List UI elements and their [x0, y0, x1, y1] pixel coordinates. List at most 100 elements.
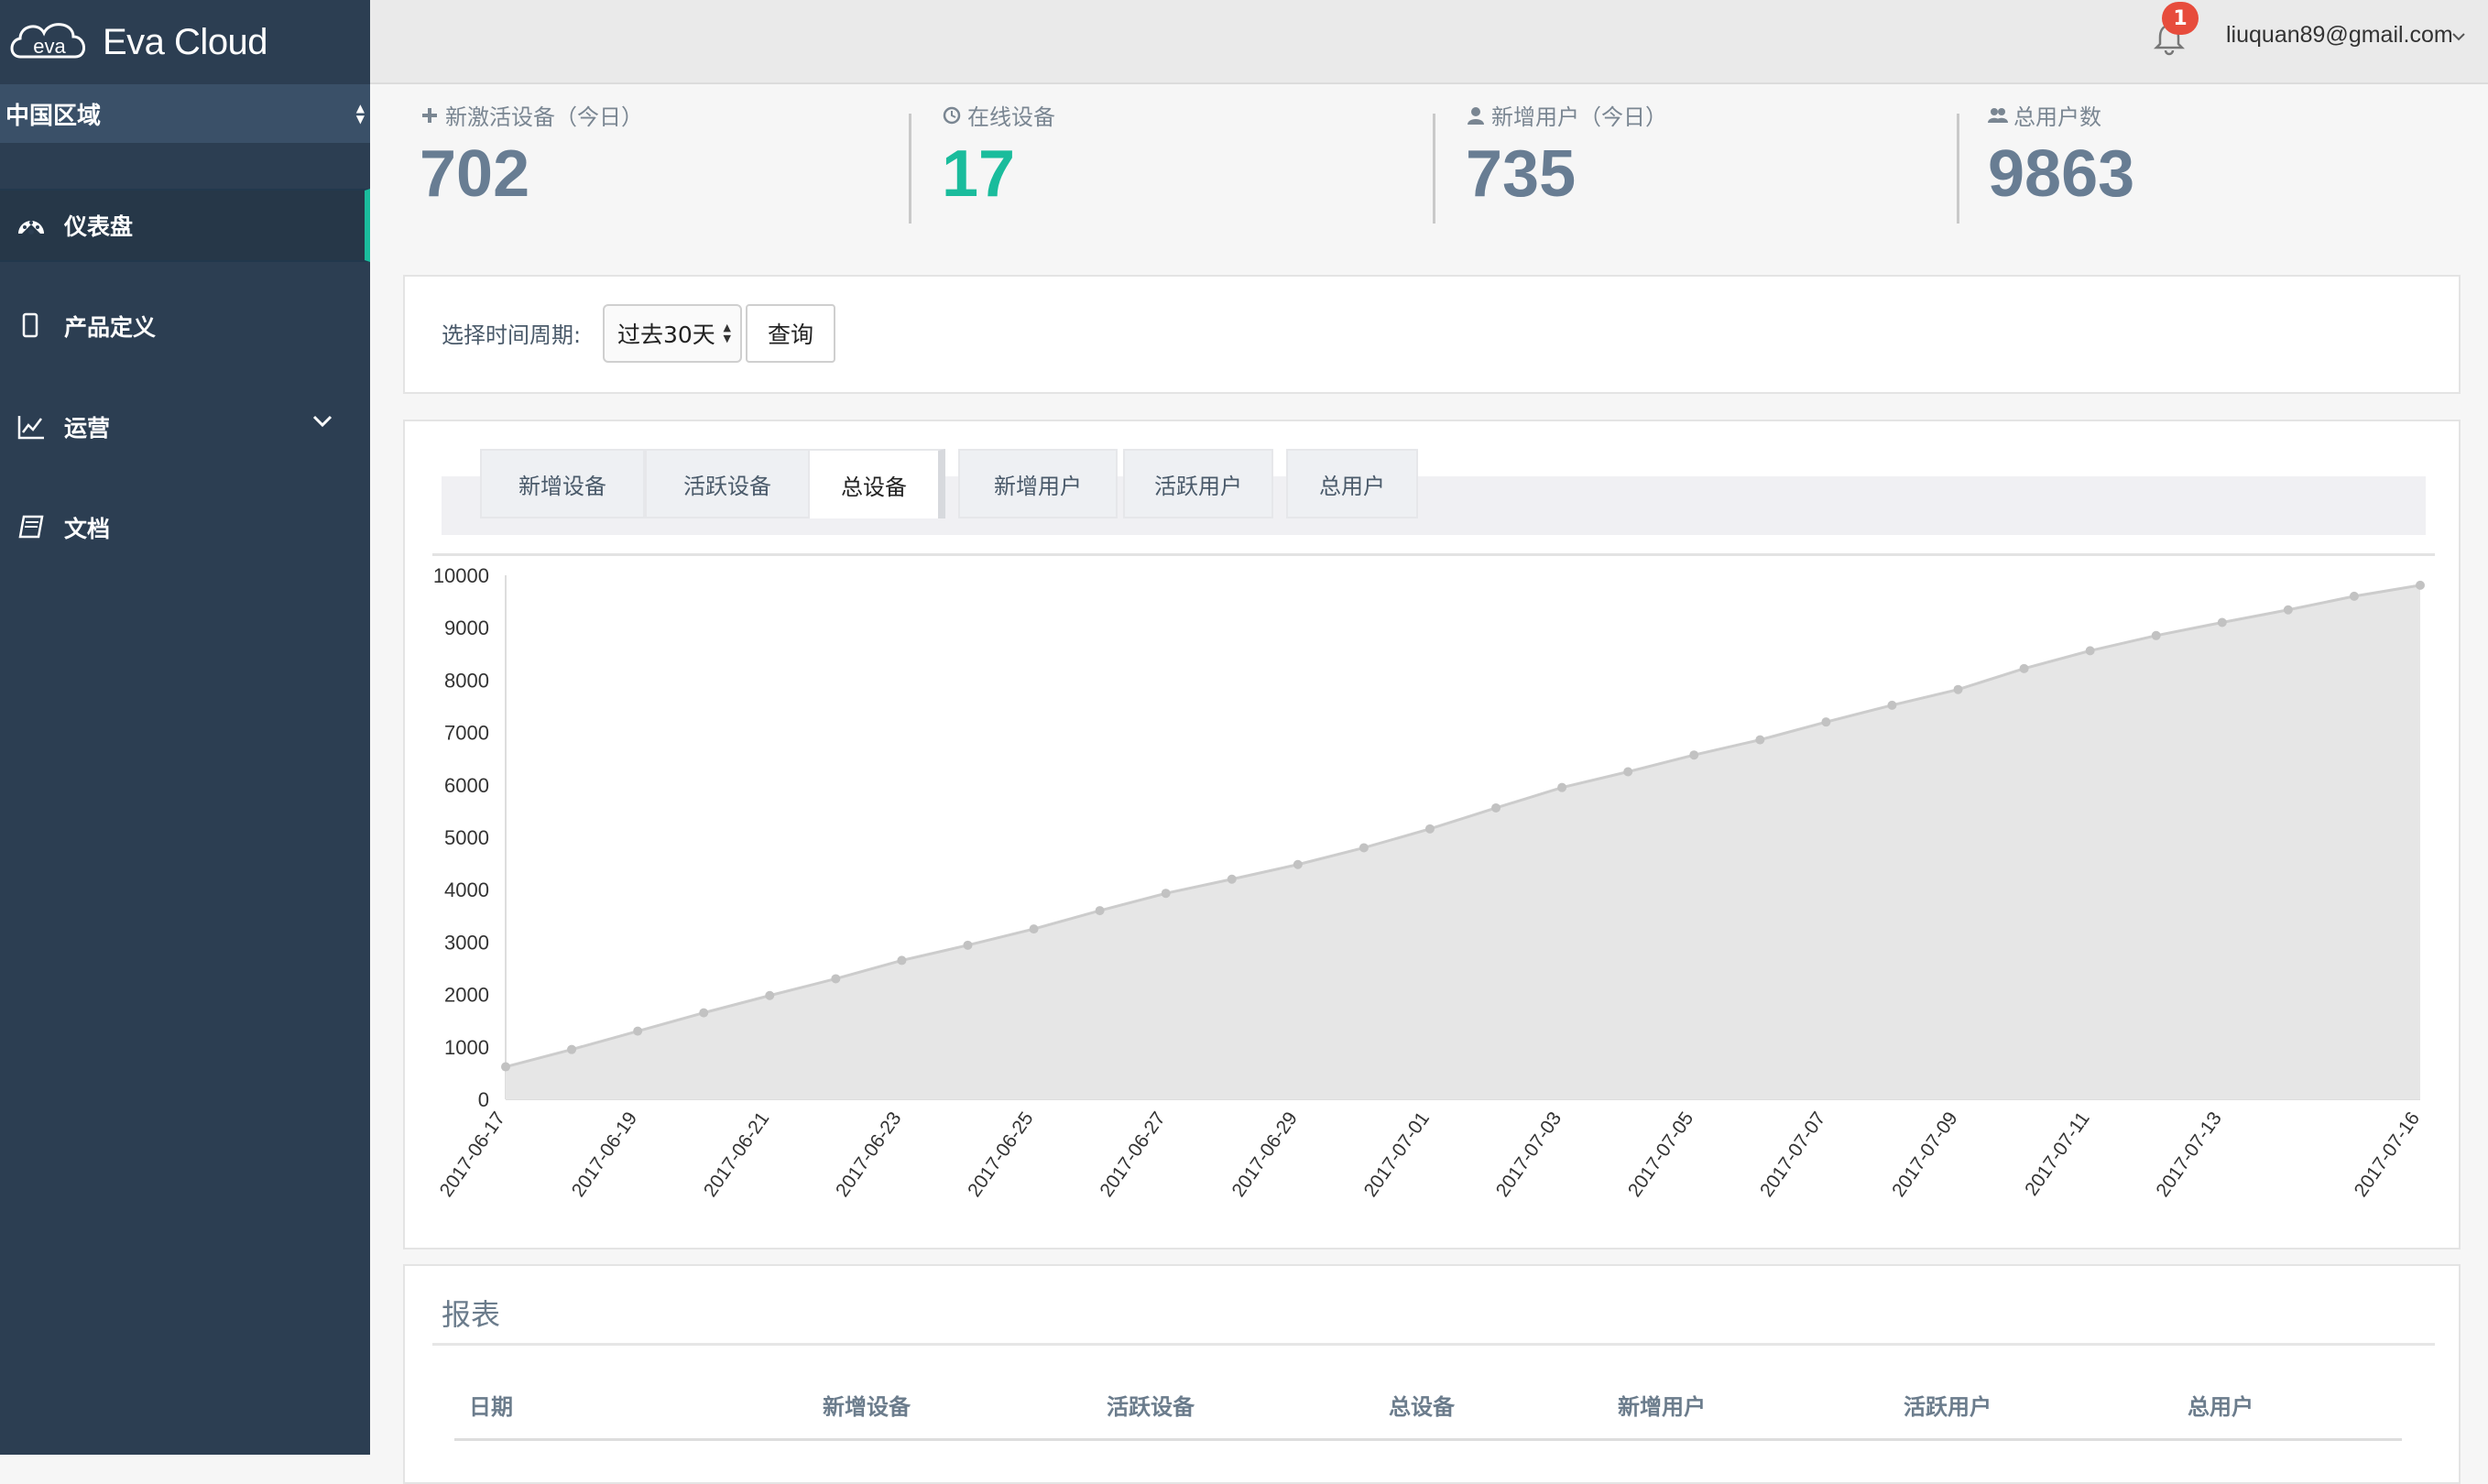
data-point	[1623, 767, 1633, 777]
tab-active-users[interactable]: 活跃用户	[1123, 449, 1273, 518]
data-point	[1293, 859, 1303, 869]
data-point	[2085, 646, 2095, 656]
stat-label: 新增用户（今日）	[1491, 104, 1667, 130]
nav-label: 仪表盘	[64, 213, 134, 240]
query-button[interactable]: 查询	[746, 304, 835, 363]
stat-value: 735	[1466, 137, 1577, 211]
data-point	[567, 1044, 577, 1054]
column-header-new-users[interactable]: 新增用户	[1618, 1389, 1706, 1421]
y-tick-label: 10000	[433, 564, 489, 587]
chart-panel: 新增设备 活跃设备 总设备 新增用户 活跃用户 总用户 0 1000 2000 300…	[403, 420, 2461, 1249]
data-point	[1424, 824, 1435, 834]
column-header-active-devices[interactable]: 活跃设备	[1107, 1389, 1195, 1421]
plus-icon	[422, 107, 437, 123]
report-title: 报表	[442, 1297, 501, 1332]
nav-item-product[interactable]: 产品定义	[0, 289, 370, 363]
report-panel: 报表 日期 新增设备 活跃设备 总设备 新增用户 活跃用户 总用户	[403, 1264, 2461, 1484]
period-value: 过去30天	[617, 322, 715, 348]
data-point	[1095, 906, 1105, 916]
total-devices-chart: 0 1000 2000 3000 4000 5000 6000 7000 8000 9000 100…	[433, 564, 2425, 1201]
data-point	[2217, 617, 2227, 627]
tab-total-devices[interactable]: 总设备	[808, 449, 945, 518]
tab-new-users[interactable]: 新增用户	[958, 449, 1118, 518]
column-header-new-devices[interactable]: 新增设备	[823, 1389, 911, 1421]
x-tick-label: 2017-07-09	[1888, 1108, 1961, 1201]
x-tick-label: 2017-06-23	[832, 1108, 905, 1201]
y-tick-label: 0	[478, 1088, 489, 1111]
tab-active-devices[interactable]: 活跃设备	[645, 449, 810, 518]
y-tick-label: 3000	[444, 931, 489, 954]
data-point	[1821, 717, 1831, 727]
stat-divider	[1957, 114, 1959, 224]
nav-label: 产品定义	[64, 314, 157, 341]
eva-logo-icon: eva	[10, 23, 85, 59]
data-point	[1161, 889, 1171, 899]
tab-new-devices[interactable]: 新增设备	[480, 449, 645, 518]
notification-badge[interactable]: 1	[2162, 2, 2199, 35]
data-point	[897, 955, 907, 966]
period-label: 选择时间周期:	[442, 322, 582, 348]
nav-item-docs[interactable]: 文档	[0, 491, 370, 564]
dashboard-icon	[15, 212, 48, 239]
column-header-total-users[interactable]: 总用户	[2188, 1389, 2253, 1421]
y-tick-label: 5000	[444, 826, 489, 849]
x-tick-label: 2017-07-11	[2021, 1108, 2094, 1200]
data-point	[501, 1062, 510, 1072]
app-logo[interactable]: eva Eva Cloud	[0, 0, 370, 84]
data-point	[2416, 580, 2425, 590]
column-header-date[interactable]: 日期	[469, 1389, 513, 1421]
y-tick-label: 9000	[444, 617, 489, 639]
mobile-icon	[15, 312, 48, 340]
column-header-active-users[interactable]: 活跃用户	[1904, 1389, 1991, 1421]
period-filter-panel: 选择时间周期: 过去30天 ▲ ▼ 查询	[403, 275, 2461, 394]
column-header-total-devices[interactable]: 总设备	[1389, 1389, 1455, 1421]
chevron-down-icon[interactable]	[2451, 31, 2466, 42]
tab-total-users[interactable]: 总用户	[1286, 449, 1418, 518]
x-tick-label: 2017-07-07	[1756, 1108, 1829, 1201]
sidebar: eva Eva Cloud 中国区域 ▲ ▼ 仪表盘 产品定义 运营 文档	[0, 0, 370, 1455]
stat-value: 9863	[1988, 137, 2135, 211]
stat-online-devices: 在线设备 17	[942, 99, 1055, 236]
data-point	[1689, 750, 1699, 760]
app-name: Eva Cloud	[103, 21, 268, 62]
x-tick-label: 2017-07-05	[1624, 1108, 1697, 1201]
stat-new-devices: 新激活设备（今日） 702	[420, 99, 643, 236]
data-point	[2283, 605, 2293, 615]
nav-item-operations[interactable]: 运营	[0, 390, 370, 464]
sidebar-nav: 仪表盘 产品定义 运营 文档	[0, 189, 370, 564]
data-point	[1359, 843, 1369, 853]
users-icon	[1988, 107, 2008, 123]
data-point	[1029, 924, 1039, 934]
data-point	[1755, 735, 1765, 745]
stats-row: 新激活设备（今日） 702 在线设备 17 新增用户（今日） 735 总用户数 …	[370, 86, 2488, 242]
user-menu[interactable]: liuquan89@gmail.com	[2226, 22, 2453, 49]
period-select[interactable]: 过去30天 ▲ ▼	[603, 304, 742, 363]
select-arrows-icon: ▲ ▼	[723, 322, 731, 344]
stat-new-users: 新增用户（今日） 735	[1466, 99, 1667, 236]
y-tick-label: 6000	[444, 774, 489, 797]
book-icon	[15, 514, 48, 541]
y-tick-label: 2000	[444, 984, 489, 1007]
x-tick-label: 2017-07-13	[2152, 1108, 2225, 1201]
stat-label: 新激活设备（今日）	[445, 104, 643, 130]
data-point	[1227, 874, 1237, 884]
stat-label: 在线设备	[967, 104, 1055, 130]
x-tick-label: 2017-06-29	[1228, 1108, 1301, 1201]
stat-divider	[909, 114, 911, 224]
data-point	[1491, 802, 1501, 813]
x-tick-label: 2017-07-01	[1360, 1108, 1434, 1201]
y-tick-label: 4000	[444, 878, 489, 901]
nav-label: 文档	[64, 516, 111, 542]
table-header-divider	[454, 1438, 2402, 1441]
nav-label: 运营	[64, 415, 111, 442]
chevron-down-icon	[312, 415, 333, 428]
nav-item-dashboard[interactable]: 仪表盘	[0, 189, 370, 262]
stat-label: 总用户数	[2013, 104, 2101, 130]
clock-icon	[943, 106, 961, 124]
data-point	[1557, 782, 1567, 792]
x-tick-label: 2017-06-27	[1096, 1108, 1169, 1201]
report-divider	[432, 1343, 2435, 1346]
data-point	[831, 974, 841, 984]
region-select[interactable]: 中国区域 ▲ ▼	[0, 84, 370, 143]
x-tick-label: 2017-07-03	[1492, 1108, 1566, 1201]
